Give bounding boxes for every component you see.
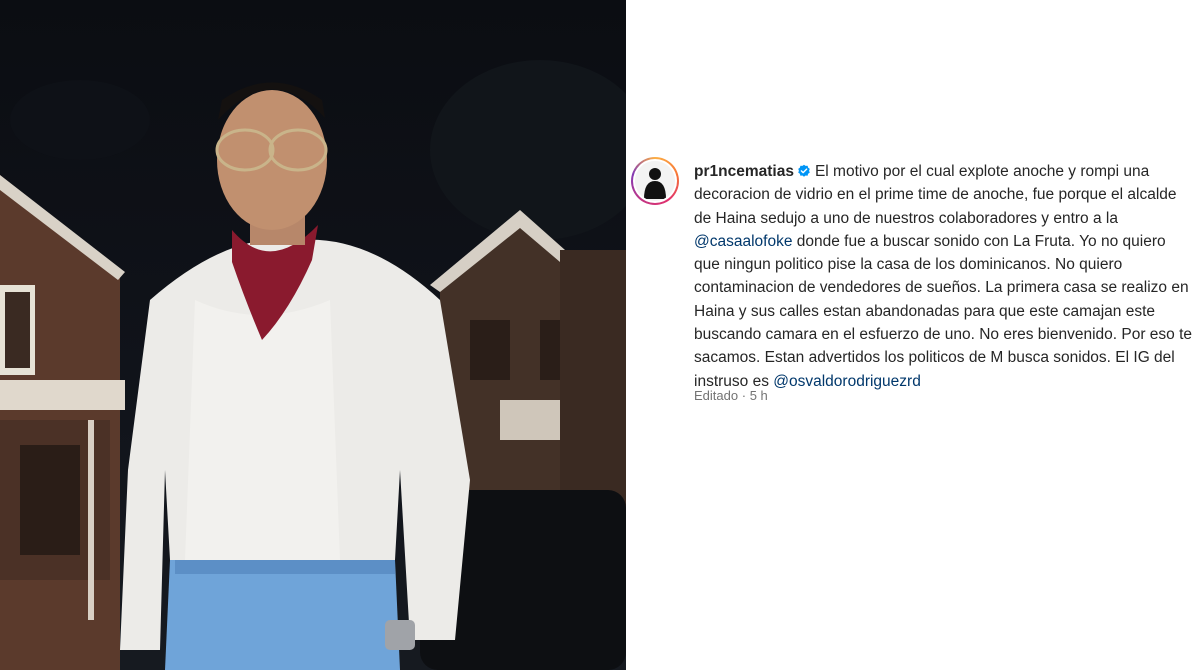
- avatar-icon: [635, 161, 675, 201]
- post-photo[interactable]: [0, 0, 626, 670]
- profile-avatar[interactable]: [631, 157, 679, 205]
- night-portrait-illustration: [0, 60, 626, 670]
- post-meta: Editado · 5 h: [694, 388, 768, 403]
- post-caption: pr1ncematias El motivo por el cual explot…: [694, 160, 1194, 393]
- mention-link-osvaldorodriguezrd[interactable]: @osvaldorodriguezrd: [773, 373, 921, 390]
- instagram-post: pr1ncematias El motivo por el cual explot…: [0, 0, 1200, 670]
- verified-badge-icon: [798, 164, 810, 177]
- caption-text: donde fue a buscar sonido con La Fruta. …: [694, 232, 1193, 390]
- edited-label: Editado: [694, 388, 739, 403]
- meta-separator: ·: [741, 388, 747, 403]
- post-timestamp[interactable]: 5 h: [750, 388, 768, 403]
- mention-link-casaalofoke[interactable]: @casaalofoke: [694, 233, 792, 250]
- username-link[interactable]: pr1ncematias: [694, 163, 794, 180]
